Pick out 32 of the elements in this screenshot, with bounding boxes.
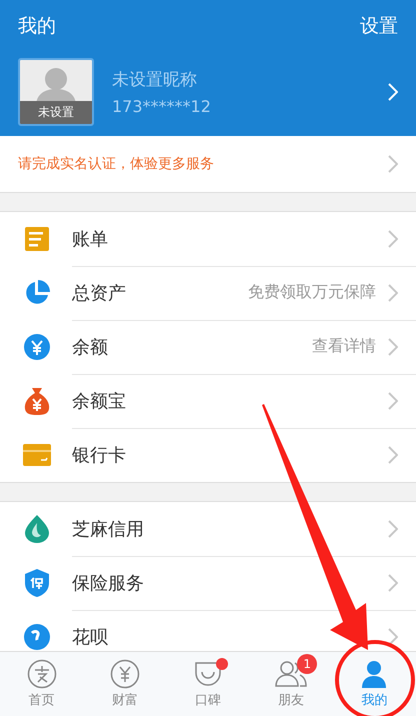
- chevron-icon: [388, 338, 398, 356]
- count-badge: 1: [297, 654, 318, 674]
- chevron-icon: [388, 392, 398, 410]
- menu-item[interactable]: 总资产 免费领取万元保障: [0, 266, 416, 320]
- page-title: 我的: [18, 14, 56, 39]
- chevron-icon: [388, 230, 398, 248]
- card-icon: [23, 444, 51, 466]
- tab[interactable]: 朋友 1: [250, 652, 333, 716]
- menu-item[interactable]: 银行卡: [0, 428, 416, 482]
- yen-icon: [110, 659, 140, 689]
- phone-number: 173******12: [112, 97, 212, 116]
- friends-icon: [274, 659, 308, 689]
- drop-icon: [24, 514, 50, 544]
- chevron-icon: [388, 446, 398, 464]
- chevron-icon: [388, 83, 398, 101]
- settings-link[interactable]: 设置: [360, 13, 398, 39]
- yen-coin-icon: [23, 333, 51, 361]
- chevron-icon: [388, 628, 398, 646]
- document-icon: [24, 226, 50, 252]
- money-bag-icon: [23, 386, 51, 416]
- menu-item[interactable]: 花呗: [0, 610, 416, 651]
- chevron-icon: [388, 520, 398, 538]
- chevron-icon: [388, 284, 398, 302]
- shield-icon: [24, 568, 50, 598]
- home-icon: [26, 659, 57, 689]
- menu-item[interactable]: 余额宝: [0, 374, 416, 428]
- chevron-icon: [388, 155, 398, 173]
- avatar[interactable]: 未设置: [18, 58, 94, 126]
- nickname: 未设置昵称: [112, 69, 198, 91]
- chevron-icon: [388, 574, 398, 592]
- menu-item[interactable]: 余额 查看详情: [0, 320, 416, 374]
- menu-item[interactable]: 账单: [0, 212, 416, 266]
